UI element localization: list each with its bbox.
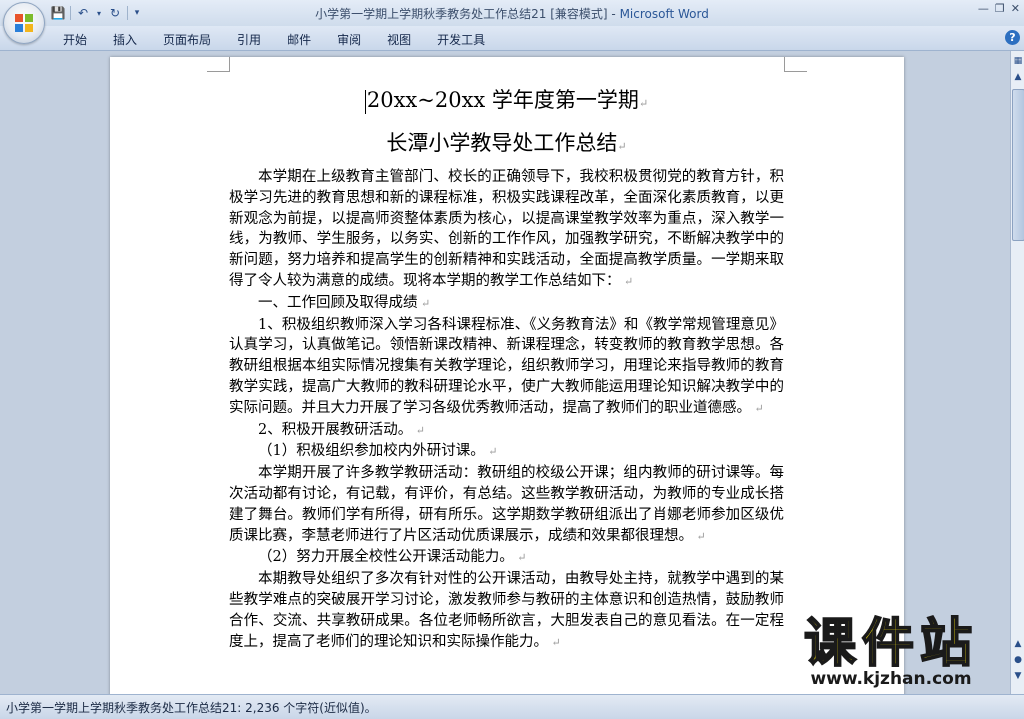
ribbon: 开始 插入 页面布局 引用 邮件 审阅 视图 开发工具 ? [0,26,1024,51]
close-icon[interactable]: ✕ [1011,2,1020,15]
text-cursor [364,89,366,114]
document-title: 小学第一学期上学期秋季教务处工作总结21 [兼容模式] - [315,7,620,21]
document-body[interactable]: 20xx~20xx 学年度第一学期↵ 长潭小学教导处工作总结↵ 本学期在上级教育… [229,82,784,653]
minimize-icon[interactable]: — [978,2,989,15]
title-bar: 💾 ↶ ▾ ↻ ▾ 小学第一学期上学期秋季教务处工作总结21 [兼容模式] - … [0,0,1024,26]
watermark-logo: 课件站 www.kjzhan.com [778,614,1004,689]
document-title-line2: 长潭小学教导处工作总结↵ [229,129,784,161]
tab-insert[interactable]: 插入 [100,31,150,48]
vertical-scrollbar[interactable]: ▦ ▲ ▲ ● ▼ [1010,51,1024,694]
paragraph-mark-icon: ↵ [638,97,649,110]
help-icon[interactable]: ? [1005,30,1020,45]
app-name: Microsoft Word [619,7,709,21]
paragraph-text: （2）努力开展全校性公开课活动能力。 [258,549,514,566]
watermark-url: www.kjzhan.com [810,669,972,689]
document-title-line1: 20xx~20xx 学年度第一学期↵ [229,86,784,118]
paragraph: 本期教导处组织了多次有针对性的公开课活动，由教导处主持，就教学中遇到的某些教学难… [229,569,784,653]
paragraph-mark-icon: ↵ [617,140,627,153]
paragraph: 1、积极组织教师深入学习各科课程标准、《义务教育法》和《教学常规管理意见》认真学… [229,315,784,420]
ruler-toggle-icon[interactable]: ▦ [1012,55,1024,68]
scroll-thumb[interactable] [1012,89,1024,241]
paragraph-text: 本学期在上级教育主管部门、校长的正确领导下，我校积极贯彻党的教育方针，积极学习先… [229,169,784,289]
paragraph-mark-icon: ↵ [417,296,431,310]
paragraph: 本学期开展了许多教学教研活动：教研组的校级公开课；组内教师的研讨课等。每次活动都… [229,463,784,547]
document-workspace: 20xx~20xx 学年度第一学期↵ 长潭小学教导处工作总结↵ 本学期在上级教育… [0,51,1010,694]
paragraph-text: 本期教导处组织了多次有针对性的公开课活动，由教导处主持，就教学中遇到的某些教学难… [229,571,784,650]
restore-icon[interactable]: ❐ [995,2,1005,15]
paragraph-text: （1）积极组织参加校内外研讨课。 [258,443,485,460]
paragraph-mark-icon: ↵ [620,274,634,288]
scroll-up-icon[interactable]: ▲ [1012,71,1024,84]
tab-page-layout[interactable]: 页面布局 [150,31,224,48]
office-logo-icon [15,14,33,32]
paragraph: （1）积极组织参加校内外研讨课。 ↵ [229,441,784,463]
paragraph: 本学期在上级教育主管部门、校长的正确领导下，我校积极贯彻党的教育方针，积极学习先… [229,167,784,293]
paragraph-text: 一、工作回顾及取得成绩 [258,294,418,311]
title1-text: 20xx~20xx 学年度第一学期 [366,88,639,112]
paragraph-mark-icon: ↵ [412,423,425,437]
paragraph: 一、工作回顾及取得成绩 ↵ [229,293,784,315]
document-page[interactable]: 20xx~20xx 学年度第一学期↵ 长潭小学教导处工作总结↵ 本学期在上级教育… [110,57,904,694]
status-bar: 小学第一学期上学期秋季教务处工作总结21: 2,236 个字符(近似值)。 [0,694,1024,719]
select-browse-object-icon[interactable]: ● [1013,655,1023,665]
tab-mailings[interactable]: 邮件 [274,31,324,48]
paragraph-text: 2、积极开展教研活动。 [258,421,413,438]
ribbon-tabs: 开始 插入 页面布局 引用 邮件 审阅 视图 开发工具 [50,31,498,48]
paragraph-text: 1、积极组织教师深入学习各科课程标准、《义务教育法》和《教学常规管理意见》认真学… [229,316,784,416]
paragraph-mark-icon: ↵ [693,529,706,543]
paragraph: 2、积极开展教研活动。 ↵ [229,420,784,442]
paragraph-mark-icon: ↵ [513,551,527,565]
office-button[interactable] [3,2,45,44]
title2-text: 长潭小学教导处工作总结 [386,131,618,155]
margin-mark-top-right [784,57,807,72]
next-page-icon[interactable]: ▼ [1013,671,1023,681]
tab-home[interactable]: 开始 [50,31,100,48]
margin-mark-top-left [207,57,230,72]
watermark-text: 课件站 [803,614,978,674]
tab-references[interactable]: 引用 [224,31,274,48]
tab-review[interactable]: 审阅 [324,31,374,48]
paragraph-mark-icon: ↵ [751,401,764,415]
tab-view[interactable]: 视图 [374,31,424,48]
window-title: 小学第一学期上学期秋季教务处工作总结21 [兼容模式] - Microsoft … [0,5,1024,22]
paragraph: （2）努力开展全校性公开课活动能力。 ↵ [229,547,784,569]
window-controls: — ❐ ✕ [978,2,1020,15]
tab-developer[interactable]: 开发工具 [424,31,498,48]
previous-page-icon[interactable]: ▲ [1013,639,1023,649]
paragraph-mark-icon: ↵ [548,635,561,649]
word-count-status[interactable]: 小学第一学期上学期秋季教务处工作总结21: 2,236 个字符(近似值)。 [6,699,377,716]
paragraph-mark-icon: ↵ [484,445,498,459]
